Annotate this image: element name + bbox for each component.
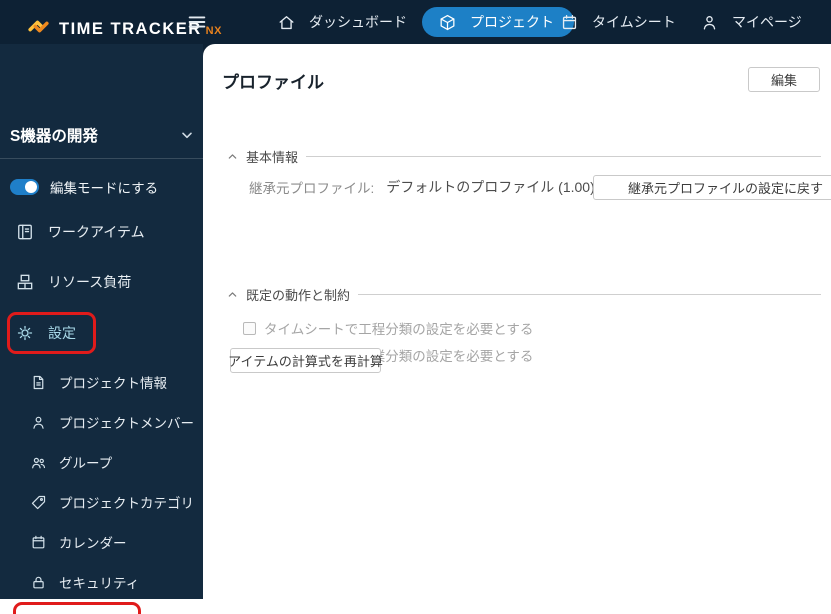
checkbox-label: タイムシートで工程分類の設定を必要とする <box>264 322 534 337</box>
calendar-icon <box>32 535 45 548</box>
group-icon <box>32 457 46 468</box>
sidebar-item-label: セキュリティ <box>59 576 140 591</box>
sidebar-item-security[interactable]: セキュリティ <box>0 562 203 602</box>
tab-timesheet-label: タイムシート <box>592 14 676 30</box>
section-divider <box>358 293 821 295</box>
sidebar-item-project-categories[interactable]: プロジェクトカテゴリ <box>0 482 203 522</box>
calendar-icon <box>562 14 577 29</box>
menu-icon[interactable] <box>186 10 208 34</box>
section-default-behavior: 既定の動作と制約 <box>227 285 821 303</box>
sidebar-item-work-items[interactable]: ワークアイテム <box>0 212 203 252</box>
tab-project-active[interactable]: プロジェクト <box>422 7 574 37</box>
project-selector[interactable]: S機器の開発 <box>0 112 203 158</box>
lock-icon <box>33 576 44 588</box>
tab-dashboard-label: ダッシュボード <box>309 14 407 30</box>
workitem-icon <box>18 224 32 240</box>
sidebar-item-label: プロジェクトカテゴリ <box>59 496 194 511</box>
sidebar-item-resource-load[interactable]: リソース負荷 <box>0 262 203 302</box>
timetracker-logo-icon <box>28 20 49 33</box>
edit-mode-toggle-label: 編集モードにする <box>50 181 159 196</box>
section-heading: 基本情報 <box>246 149 299 165</box>
logo-title: TIME TRACKER <box>59 20 202 38</box>
sidebar-item-label: グループ <box>59 456 113 471</box>
person-icon <box>703 15 716 30</box>
resource-load-icon <box>17 274 33 290</box>
sidebar-item-settings[interactable]: 設定 <box>0 313 203 353</box>
reset-to-inherited-button[interactable]: 継承元プロファイルの設定に戻す <box>593 175 831 200</box>
inherit-profile-value: デフォルトのプロファイル (1.00) <box>386 179 595 195</box>
gear-icon <box>17 325 33 341</box>
sidebar-item-label: 設定 <box>48 325 76 341</box>
chevron-down-icon <box>182 132 192 139</box>
page-title: プロファイル <box>222 73 324 92</box>
inherit-profile-label: 継承元プロファイル: <box>249 181 375 196</box>
sidebar-item-groups[interactable]: グループ <box>0 442 203 482</box>
logo-suffix: NX <box>205 25 222 37</box>
tag-icon <box>31 495 46 509</box>
sidebar-item-calendar[interactable]: カレンダー <box>0 522 203 562</box>
sidebar-item-profile-active[interactable]: プロファイル <box>0 599 203 614</box>
person-icon <box>33 416 44 429</box>
collapse-chevron-icon[interactable] <box>227 151 238 162</box>
collapse-chevron-icon[interactable] <box>227 289 238 300</box>
sidebar-item-label: ワークアイテム <box>48 224 145 240</box>
require-process-category-row: タイムシートで工程分類の設定を必要とする <box>243 319 533 337</box>
checkbox-unchecked-disabled[interactable] <box>243 321 256 335</box>
document-icon <box>33 375 44 389</box>
tab-project-label: プロジェクト <box>470 14 554 30</box>
main-content-panel: プロファイル 編集 基本情報 継承元プロファイル: デフォルトのプロファイル (… <box>203 44 831 614</box>
home-icon <box>279 15 294 29</box>
top-navigation-bar: TIME TRACKER NX ダッシュボード プロジェクト タイムシート マイ… <box>0 0 831 44</box>
sidebar-item-label: リソース負荷 <box>48 274 132 290</box>
app-window: TIME TRACKER NX ダッシュボード プロジェクト タイムシート マイ… <box>0 0 831 614</box>
tab-timesheet[interactable]: タイムシート <box>560 0 676 44</box>
sidebar-item-project-members[interactable]: プロジェクトメンバー <box>0 402 203 442</box>
edit-mode-toggle[interactable]: 編集モードにする <box>10 177 158 197</box>
sidebar-item-label: カレンダー <box>59 536 127 551</box>
section-heading: 既定の動作と制約 <box>246 287 351 303</box>
sidebar-item-label: プロジェクトメンバー <box>59 416 194 431</box>
cube-icon <box>440 14 455 30</box>
section-basic-info: 基本情報 <box>227 147 821 165</box>
section-divider <box>306 155 821 157</box>
sidebar-item-label: プロジェクト情報 <box>59 376 167 391</box>
recalculate-formulas-button[interactable]: アイテムの計算式を再計算 <box>228 348 383 373</box>
sidebar-divider <box>0 158 203 159</box>
tab-dashboard[interactable]: ダッシュボード <box>277 0 407 44</box>
edit-button[interactable]: 編集 <box>748 67 820 92</box>
project-name: S機器の開発 <box>10 128 98 145</box>
sidebar-item-project-info[interactable]: プロジェクト情報 <box>0 362 203 402</box>
tab-mypage[interactable]: マイページ <box>700 0 802 44</box>
sidebar: S機器の開発 編集モードにする ワークアイテム リソース負荷 設定 プロジェクト… <box>0 44 203 614</box>
inherit-profile-row: 継承元プロファイル: デフォルトのプロファイル (1.00) <box>249 175 595 199</box>
toggle-switch-on[interactable] <box>10 179 39 195</box>
tab-mypage-label: マイページ <box>732 14 802 30</box>
